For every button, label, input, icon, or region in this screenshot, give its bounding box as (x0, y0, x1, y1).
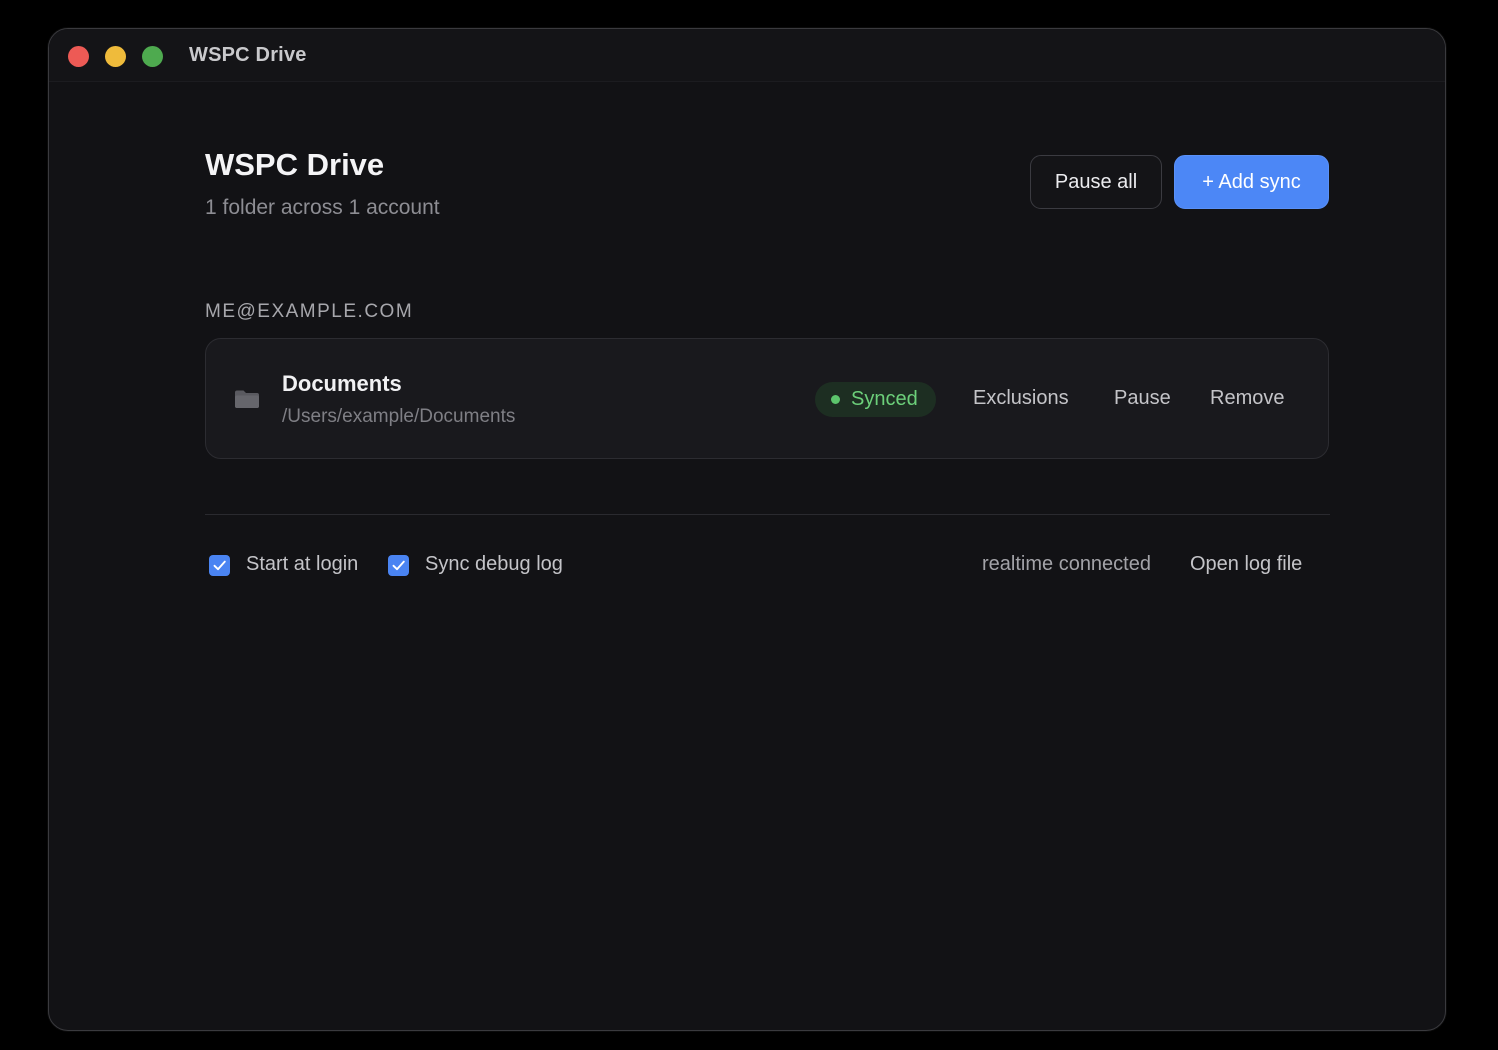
app-window: WSPC Drive WSPC Drive 1 folder across 1 … (48, 28, 1446, 1031)
pause-folder-button[interactable]: Pause (1114, 387, 1171, 410)
sync-folder-card: Documents /Users/example/Documents Synce… (205, 338, 1329, 459)
folder-icon (235, 390, 259, 408)
sync-debug-log-checkbox[interactable] (388, 555, 409, 576)
start-at-login-label[interactable]: Start at login (246, 553, 358, 576)
divider (205, 514, 1330, 515)
page-subtitle: 1 folder across 1 account (205, 196, 440, 219)
pause-all-button[interactable]: Pause all (1030, 155, 1162, 209)
checkmark-icon (392, 560, 405, 571)
folder-name: Documents (282, 371, 402, 396)
start-at-login-checkbox[interactable] (209, 555, 230, 576)
status-badge: Synced (815, 382, 936, 417)
account-email: ME@EXAMPLE.COM (205, 301, 414, 322)
close-window-button[interactable] (68, 46, 89, 67)
title-bar: WSPC Drive (49, 29, 1445, 82)
remove-folder-button[interactable]: Remove (1210, 387, 1284, 410)
maximize-window-button[interactable] (142, 46, 163, 67)
open-log-file-button[interactable]: Open log file (1190, 553, 1302, 576)
page-title: WSPC Drive (205, 147, 385, 182)
sync-debug-log-label[interactable]: Sync debug log (425, 553, 563, 576)
exclusions-button[interactable]: Exclusions (973, 387, 1069, 410)
connection-status: realtime connected (982, 553, 1151, 575)
window-title: WSPC Drive (189, 44, 307, 66)
add-sync-button[interactable]: + Add sync (1174, 155, 1329, 209)
minimize-window-button[interactable] (105, 46, 126, 67)
checkmark-icon (213, 560, 226, 571)
status-dot-icon (831, 395, 840, 404)
status-text: Synced (851, 388, 918, 410)
folder-path: /Users/example/Documents (282, 406, 516, 427)
